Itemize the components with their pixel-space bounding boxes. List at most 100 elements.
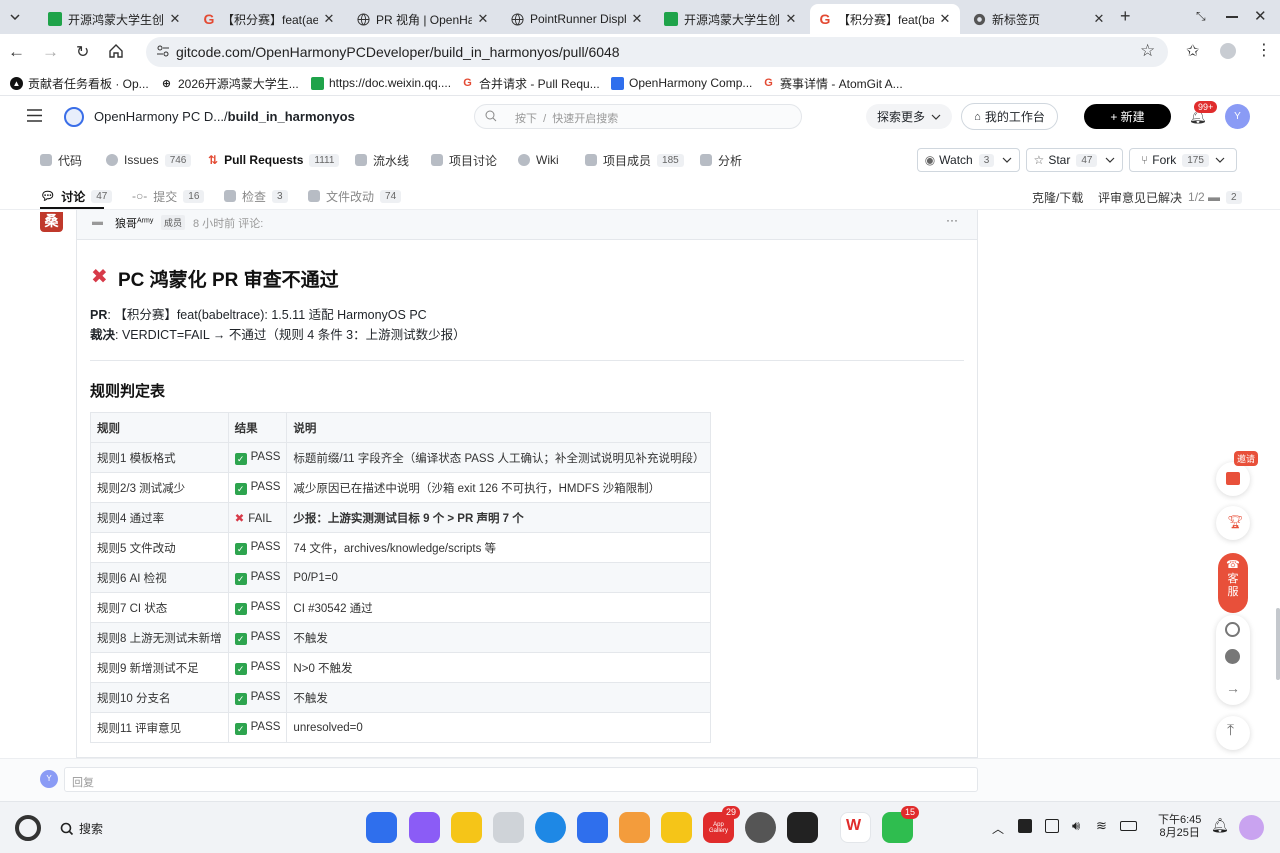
close-icon[interactable]: ✕ — [168, 11, 182, 27]
restore-icon[interactable]: ⤡ — [1196, 9, 1206, 24]
home-icon[interactable] — [108, 43, 124, 59]
tray-chevron-up-icon[interactable]: ︿ — [992, 820, 1004, 837]
review-status[interactable]: 评审意见已解决 1/2 — [1098, 187, 1205, 207]
repo-nav-pipeline[interactable]: 流水线 — [355, 150, 409, 170]
bookmark-item[interactable]: OpenHarmony Comp... — [611, 75, 752, 91]
start-button[interactable] — [15, 815, 41, 841]
repo-nav-issues[interactable]: Issues 746 — [106, 150, 192, 170]
browser-tab[interactable]: PR 视角 | OpenHar ✕ — [348, 4, 498, 34]
files-icon[interactable] — [451, 812, 482, 843]
photos-icon[interactable] — [619, 812, 650, 843]
menu-dots-icon[interactable]: ⋮ — [1256, 40, 1272, 60]
commenter-avatar[interactable]: 桑 — [40, 212, 63, 232]
workbench-button[interactable]: ⌂ 我的工作台 — [961, 103, 1058, 130]
settings-icon[interactable] — [745, 812, 776, 843]
global-search[interactable]: 按下 / 快速开启搜索 — [474, 104, 802, 129]
close-icon[interactable]: ✕ — [784, 11, 798, 27]
close-icon[interactable]: ✕ — [630, 11, 644, 27]
battery-icon[interactable] — [1120, 821, 1137, 831]
tab-commits[interactable]: -○- 提交 16 — [132, 186, 205, 206]
repo-nav-discussions[interactable]: 项目讨论 — [431, 150, 497, 170]
bookmark-item[interactable]: G 赛事详情 - AtomGit A... — [762, 75, 902, 91]
app-gallery-label: App Gallery — [708, 822, 728, 834]
close-window-icon[interactable]: ✕ — [1254, 7, 1267, 25]
tab-files[interactable]: 文件改动 74 — [308, 186, 402, 206]
bookmark-item[interactable]: https://doc.weixin.qq.... — [311, 75, 451, 91]
repo-name[interactable]: build_in_harmonyos — [228, 109, 355, 124]
assistant-icon[interactable] — [1239, 815, 1264, 840]
new-tab-button[interactable]: + — [1120, 7, 1131, 25]
invite-gift-button[interactable] — [1216, 462, 1250, 496]
taskbar-search[interactable]: 搜索 — [60, 820, 103, 837]
tab-discussion[interactable]: 💬︎ 讨论 47 — [40, 186, 113, 206]
browser-tab[interactable]: PointRunner Displ ✕ — [502, 4, 652, 34]
customer-service-button[interactable]: ☎ 客服 — [1218, 553, 1248, 613]
tab-list-button[interactable] — [6, 8, 24, 26]
smile-icon[interactable] — [1225, 649, 1240, 664]
minimize-icon[interactable] — [1226, 16, 1238, 18]
repo-nav-members[interactable]: 项目成员 185 — [585, 150, 684, 170]
multitask-icon[interactable] — [409, 812, 440, 843]
app-gallery-icon[interactable]: App Gallery 29 — [703, 806, 740, 843]
profile-icon[interactable] — [1220, 43, 1236, 59]
notes-icon[interactable] — [661, 812, 692, 843]
reload-icon[interactable]: ↻ — [76, 42, 89, 62]
bookmark-item[interactable]: ⊕ 2026开源鸿蒙大学生... — [160, 75, 299, 91]
page-scrollbar[interactable] — [1276, 608, 1280, 680]
new-button[interactable]: + 新建 — [1084, 104, 1171, 129]
browser-app-icon[interactable] — [535, 812, 566, 843]
comment-count[interactable]: ▬ 2 — [1208, 187, 1242, 207]
tab-checks[interactable]: 检查 3 — [224, 186, 288, 206]
bookmark-star-icon[interactable]: ☆ — [1140, 41, 1155, 61]
repo-nav-code[interactable]: 代码 — [40, 150, 82, 170]
close-icon[interactable]: ✕ — [322, 11, 336, 27]
fork-button[interactable]: ⑂ Fork 175 — [1129, 148, 1237, 172]
favorites-icon[interactable]: ✩ — [1186, 41, 1199, 61]
repo-owner[interactable]: OpenHarmony PC D... — [94, 109, 224, 124]
close-icon[interactable]: ✕ — [1092, 11, 1106, 27]
forward-icon[interactable]: → — [42, 42, 59, 62]
bookmark-item[interactable]: ▲ 贡献者任务看板 · Op... — [10, 75, 149, 91]
wifi-icon[interactable]: ≋ — [1096, 818, 1107, 834]
explore-more-button[interactable]: 探索更多 — [866, 104, 952, 129]
arrow-right-icon[interactable]: → — [1226, 680, 1240, 696]
user-avatar[interactable]: Y — [1225, 104, 1250, 129]
launcher-icon[interactable] — [366, 812, 397, 843]
back-to-top-button[interactable]: ⤒ — [1216, 716, 1250, 750]
reply-input[interactable]: 回复 — [64, 767, 978, 792]
browser-tab-active[interactable]: G 【积分赛】feat(ba ✕ — [810, 4, 960, 34]
trophy-button[interactable]: 🏆︎ — [1216, 506, 1250, 540]
chatgpt-icon[interactable] — [1225, 622, 1240, 637]
browser-tab[interactable]: G 【积分赛】feat(aet ✕ — [194, 4, 344, 34]
wechat-icon[interactable]: 15 — [882, 806, 919, 843]
volume-icon[interactable]: 🔊︎ — [1072, 818, 1080, 834]
clone-download-link[interactable]: 克隆/下载 — [1032, 187, 1083, 207]
clipboard-icon[interactable] — [1045, 819, 1059, 833]
star-button[interactable]: ☆ Star 47 — [1026, 148, 1123, 172]
ime-icon[interactable] — [1018, 819, 1032, 833]
site-info-icon[interactable] — [156, 44, 170, 58]
close-icon[interactable]: ✕ — [476, 11, 490, 27]
watch-button[interactable]: ◉ Watch 3 — [917, 148, 1020, 172]
mail-icon[interactable] — [577, 812, 608, 843]
terminal-icon[interactable] — [787, 812, 818, 843]
browser-tab[interactable]: 新标签页 ✕ — [964, 4, 1114, 34]
repo-nav-pull-requests[interactable]: ⇅ Pull Requests 1111 — [208, 150, 340, 170]
wps-icon[interactable]: W — [840, 812, 871, 843]
bookmark-item[interactable]: G 合并请求 - Pull Requ... — [461, 75, 599, 91]
more-options-icon[interactable]: ··· — [946, 213, 958, 227]
trash-icon[interactable] — [493, 812, 524, 843]
browser-tab[interactable]: 开源鸿蒙大学生创 ✕ — [656, 4, 806, 34]
notification-center-icon[interactable]: 🔔︎ — [1211, 817, 1229, 834]
close-icon[interactable]: ✕ — [938, 11, 952, 27]
hamburger-menu-icon[interactable] — [27, 109, 42, 122]
back-icon[interactable]: ← — [8, 42, 25, 62]
clock[interactable]: 下午6:45 8月25日 — [1158, 814, 1201, 840]
repo-nav-analytics[interactable]: 分析 — [700, 150, 742, 170]
sheet-icon — [48, 12, 62, 26]
repo-breadcrumb[interactable]: OpenHarmony PC D.../build_in_harmonyos — [94, 109, 355, 124]
browser-tab[interactable]: 开源鸿蒙大学生创 ✕ — [40, 4, 190, 34]
repo-nav-wiki[interactable]: Wiki — [518, 150, 559, 170]
comment-author[interactable]: 狼哥Army — [115, 215, 153, 231]
invite-badge[interactable]: 邀请 — [1234, 451, 1259, 466]
